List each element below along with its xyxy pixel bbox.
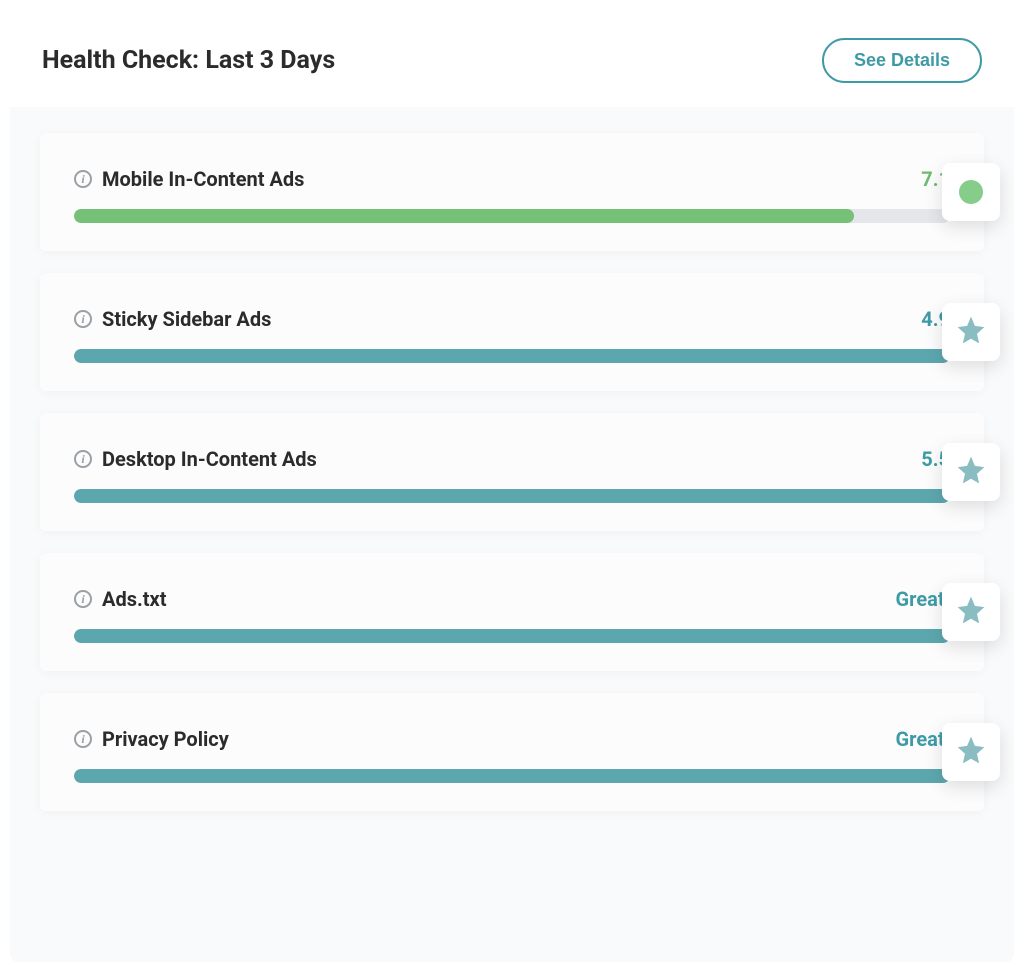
progress-track [74, 349, 950, 363]
status-badge-star[interactable] [942, 303, 1000, 361]
health-check-row: iDesktop In-Content Ads5.5 [40, 413, 984, 531]
progress-track [74, 489, 950, 503]
progress-fill [74, 629, 950, 643]
card-header: Health Check: Last 3 Days See Details [10, 10, 1014, 107]
info-icon[interactable]: i [74, 310, 92, 328]
star-icon [955, 314, 987, 350]
row-title: Privacy Policy [102, 727, 229, 751]
health-check-row: iSticky Sidebar Ads4.9 [40, 273, 984, 391]
health-check-row: iAds.txtGreat! [40, 553, 984, 671]
star-icon [955, 734, 987, 770]
progress-track [74, 629, 950, 643]
info-icon[interactable]: i [74, 450, 92, 468]
card-title: Health Check: Last 3 Days [42, 46, 335, 75]
status-badge-star[interactable] [942, 583, 1000, 641]
health-check-list: iMobile In-Content Ads7.1iSticky Sidebar… [10, 107, 1014, 831]
status-badge-dot[interactable] [942, 163, 1000, 221]
progress-fill [74, 209, 854, 223]
progress-fill [74, 349, 950, 363]
row-title: Mobile In-Content Ads [102, 167, 304, 191]
progress-fill [74, 489, 950, 503]
progress-track [74, 209, 950, 223]
health-check-row: iPrivacy PolicyGreat! [40, 693, 984, 811]
row-title: Desktop In-Content Ads [102, 447, 317, 471]
health-check-card: Health Check: Last 3 Days See Details iM… [10, 10, 1014, 962]
see-details-button[interactable]: See Details [822, 38, 982, 83]
star-icon [955, 454, 987, 490]
row-title: Ads.txt [102, 587, 166, 611]
info-icon[interactable]: i [74, 170, 92, 188]
status-badge-star[interactable] [942, 723, 1000, 781]
health-check-row: iMobile In-Content Ads7.1 [40, 133, 984, 251]
status-badge-star[interactable] [942, 443, 1000, 501]
info-icon[interactable]: i [74, 590, 92, 608]
dot-icon [959, 180, 983, 204]
info-icon[interactable]: i [74, 730, 92, 748]
row-title: Sticky Sidebar Ads [102, 307, 271, 331]
progress-fill [74, 769, 950, 783]
progress-track [74, 769, 950, 783]
star-icon [955, 594, 987, 630]
